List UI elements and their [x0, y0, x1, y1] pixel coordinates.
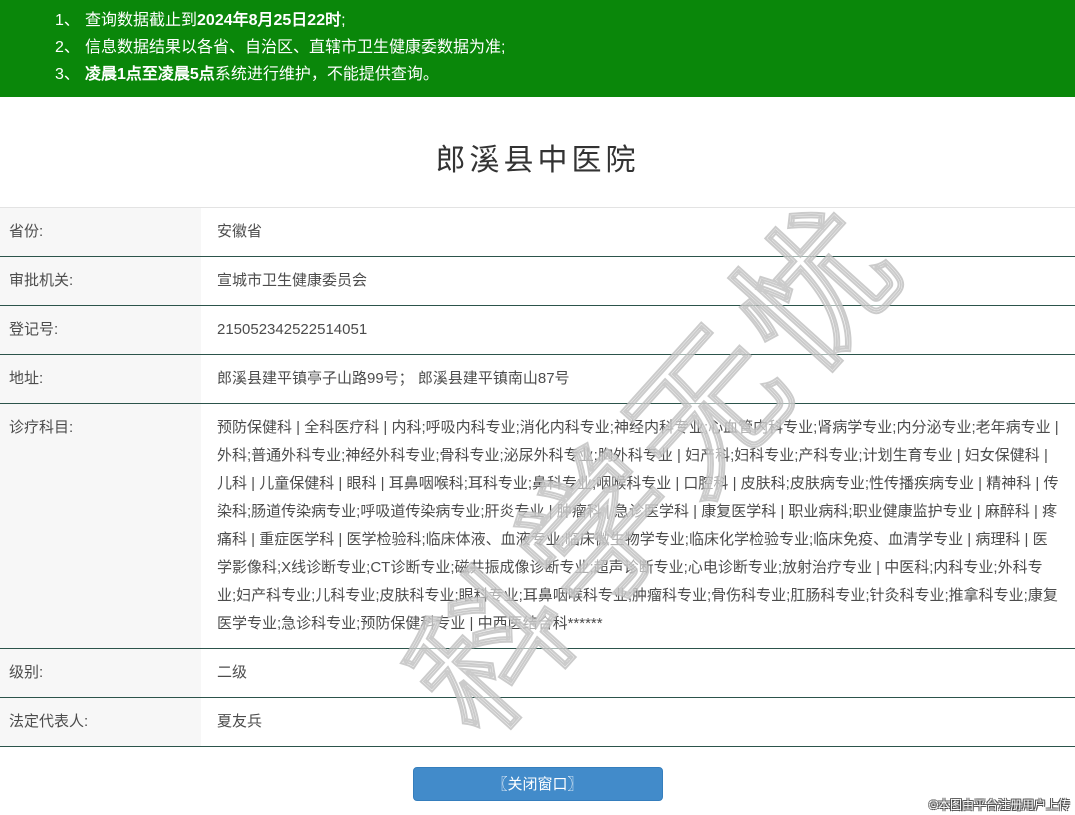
notice-text: 查询数据截止到2024年8月25日22时; — [85, 12, 346, 29]
notice-line-3: 3、 凌晨1点至凌晨5点系统进行维护，不能提供查询。 — [55, 61, 1065, 88]
row-value: 215052342522514051 — [202, 306, 1075, 354]
table-row-address: 地址: 郎溪县建平镇亭子山路99号； 郎溪县建平镇南山87号 — [0, 355, 1075, 404]
notice-number: 1、 — [55, 12, 80, 29]
table-row-departments: 诊疗科目: 预防保健科 | 全科医疗科 | 内科;呼吸内科专业;消化内科专业;神… — [0, 404, 1075, 649]
row-label: 地址: — [0, 355, 202, 403]
row-label: 审批机关: — [0, 257, 202, 305]
notice-text: 信息数据结果以各省、自治区、直辖市卫生健康委数据为准; — [85, 39, 506, 56]
notice-number: 2、 — [55, 39, 80, 56]
row-label: 诊疗科目: — [0, 404, 202, 648]
table-row-approval-authority: 审批机关: 宣城市卫生健康委员会 — [0, 257, 1075, 306]
row-value: 预防保健科 | 全科医疗科 | 内科;呼吸内科专业;消化内科专业;神经内科专业;… — [202, 404, 1075, 648]
table-row-legal-representative: 法定代表人: 夏友兵 — [0, 698, 1075, 747]
row-value: 宣城市卫生健康委员会 — [202, 257, 1075, 305]
hospital-info-table: 省份: 安徽省 审批机关: 宣城市卫生健康委员会 登记号: 2150523425… — [0, 207, 1075, 747]
upload-credit-watermark: ©本图由平台注册用户上传 — [929, 798, 1070, 812]
page-title: 郎溪县中医院 — [435, 144, 640, 177]
row-value: 郎溪县建平镇亭子山路99号； 郎溪县建平镇南山87号 — [202, 355, 1075, 403]
notice-bar: 1、 查询数据截止到2024年8月25日22时; 2、 信息数据结果以各省、自治… — [0, 0, 1075, 97]
close-window-button[interactable]: 〖关闭窗口〗 — [412, 767, 663, 801]
table-row-registration-number: 登记号: 215052342522514051 — [0, 306, 1075, 355]
table-row-province: 省份: 安徽省 — [0, 208, 1075, 257]
table-row-level: 级别: 二级 — [0, 649, 1075, 698]
notice-line-1: 1、 查询数据截止到2024年8月25日22时; — [55, 7, 1065, 34]
row-value: 二级 — [202, 649, 1075, 697]
notice-line-2: 2、 信息数据结果以各省、自治区、直辖市卫生健康委数据为准; — [55, 34, 1065, 61]
button-row: 〖关闭窗口〗 — [0, 767, 1075, 801]
row-label: 法定代表人: — [0, 698, 202, 746]
notice-number: 3、 — [55, 66, 80, 83]
row-value: 夏友兵 — [202, 698, 1075, 746]
row-label: 省份: — [0, 208, 202, 256]
row-label: 登记号: — [0, 306, 202, 354]
row-label: 级别: — [0, 649, 202, 697]
row-value: 安徽省 — [202, 208, 1075, 256]
notice-text: 凌晨1点至凌晨5点系统进行维护，不能提供查询。 — [85, 66, 439, 83]
